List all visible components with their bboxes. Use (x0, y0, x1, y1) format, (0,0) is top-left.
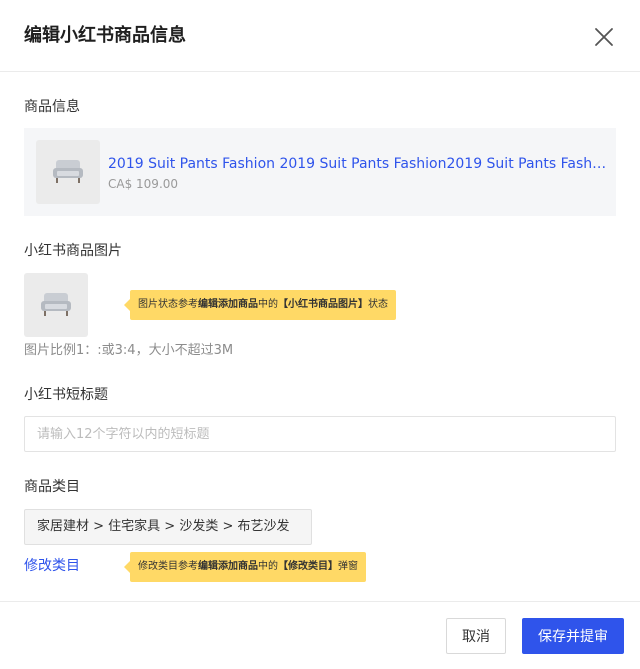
tip-bold-text: 【修改类目】 (278, 561, 338, 572)
tip-text: 中的 (258, 561, 278, 572)
product-price: CA$ 109.00 (108, 177, 179, 191)
tip-text: 弹窗 (338, 561, 358, 572)
category-label: 商品类目 (24, 479, 80, 495)
cancel-button[interactable]: 取消 (446, 618, 506, 654)
dialog-footer: 取消 保存并提审 (0, 601, 640, 669)
image-upload-thumbnail[interactable] (24, 273, 88, 337)
sofa-icon (41, 293, 71, 316)
save-and-submit-button[interactable]: 保存并提审 (522, 618, 624, 654)
images-label: 小红书商品图片 (24, 243, 122, 259)
category-path: 家居建材 > 住宅家具 > 沙发类 > 布艺沙发 (24, 509, 312, 545)
product-name[interactable]: 2019 Suit Pants Fashion 2019 Suit Pants … (108, 154, 608, 174)
close-icon[interactable] (592, 25, 616, 49)
tip-text: 中的 (258, 299, 278, 310)
category-tip: 修改类目参考编辑添加商品中的【修改类目】弹窗 (124, 552, 366, 582)
image-status-tip: 图片状态参考编辑添加商品中的【小红书商品图片】状态 (124, 290, 396, 320)
short-title-label: 小红书短标题 (24, 387, 108, 403)
product-card: 2019 Suit Pants Fashion 2019 Suit Pants … (24, 128, 616, 216)
short-title-input[interactable] (25, 417, 615, 451)
dialog-header: 编辑小红书商品信息 (0, 0, 640, 72)
sofa-icon (53, 160, 83, 183)
image-ratio-hint: 图片比例1：:或3:4，大小不超过3M (24, 343, 234, 358)
product-thumbnail (36, 140, 100, 204)
edit-category-link[interactable]: 修改类目 (24, 556, 80, 576)
tip-bold-text: 编辑添加商品 (198, 561, 258, 572)
tip-text: 图片状态参考 (138, 299, 198, 310)
tip-bold-text: 【小红书商品图片】 (278, 299, 368, 310)
tip-text: 修改类目参考 (138, 561, 198, 572)
dialog-title: 编辑小红书商品信息 (24, 25, 186, 46)
short-title-field[interactable] (24, 416, 616, 452)
tip-bold-text: 编辑添加商品 (198, 299, 258, 310)
product-info-label: 商品信息 (24, 99, 80, 115)
tip-text: 状态 (368, 299, 388, 310)
